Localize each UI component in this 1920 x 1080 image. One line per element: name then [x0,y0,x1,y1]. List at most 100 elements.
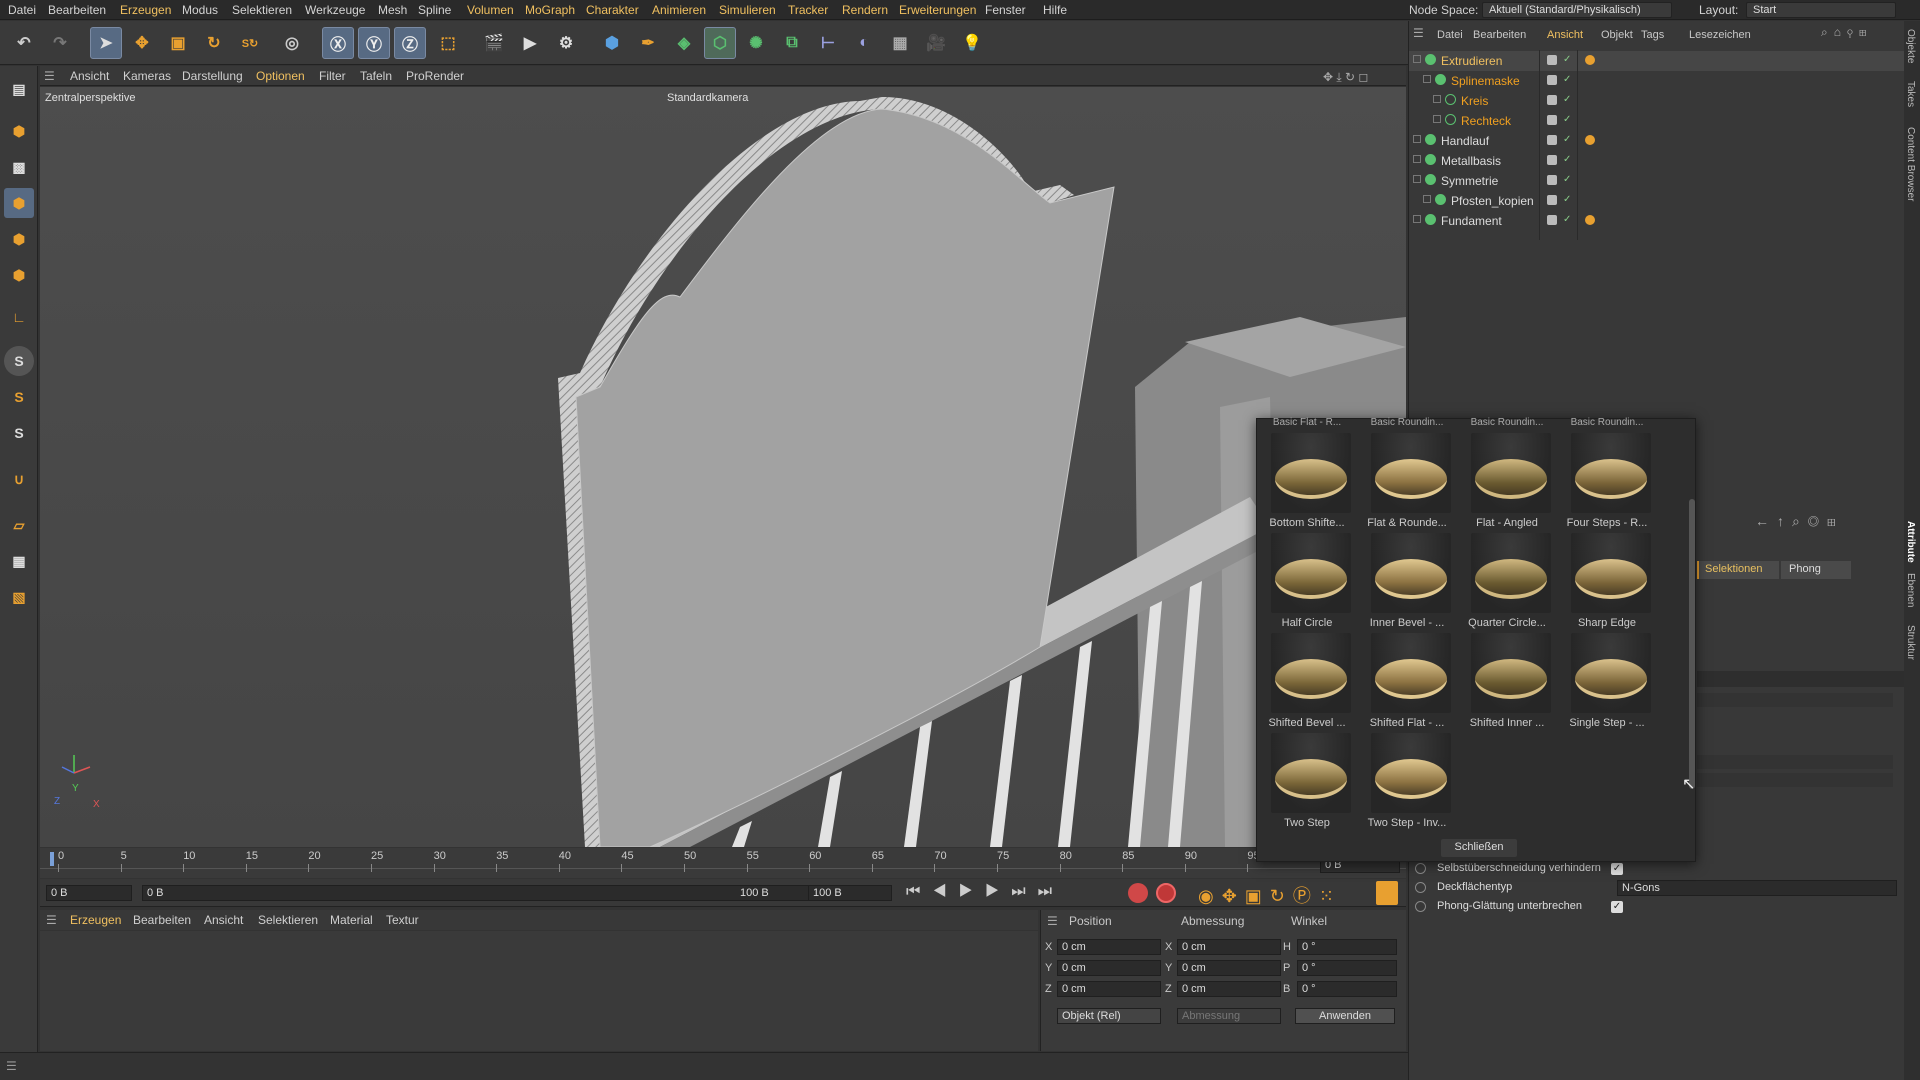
timeline-window-icon[interactable] [1376,881,1398,905]
preset-tile[interactable]: Two Step - Inv... [1357,733,1453,829]
expand-toggle-icon[interactable] [1413,215,1421,223]
visibility-toggle[interactable] [1547,155,1557,165]
preset-thumbnail[interactable] [1271,433,1351,513]
visibility-toggle[interactable] [1547,75,1557,85]
pen-spline-icon[interactable]: ✒ [632,27,664,59]
end-frame-field[interactable]: 100 B [808,885,892,901]
tag-icon[interactable] [1585,55,1595,65]
visibility-toggle[interactable] [1547,95,1557,105]
side-tab-attribute[interactable]: Attribute [1905,521,1916,563]
dimension-field[interactable]: 0 cm [1177,981,1281,997]
preset-thumbnail[interactable] [1371,733,1451,813]
material-menu-selektieren[interactable]: Selektieren [258,913,318,927]
enabled-check-icon[interactable]: ✓ [1563,75,1573,85]
preset-tile[interactable]: Shifted Inner ... [1457,633,1553,729]
record-keys-icon[interactable] [1128,883,1148,903]
render-settings-icon[interactable]: ⚙ [550,27,582,59]
timeline-ruler[interactable]: 0 B 0 5 10 15 20 25 30 35 40 45 50 55 60 65 70 75 80 85 90… [40,848,1406,878]
coordinate-system-icon[interactable]: ⬚ [432,27,464,59]
tag-icon[interactable] [1585,135,1595,145]
preset-tile[interactable]: Quarter Circle... [1457,533,1553,629]
undo-icon[interactable]: ↶ [8,27,40,59]
viewport-menu-optionen[interactable]: Optionen [256,69,305,83]
autokey-icon[interactable] [1156,883,1176,903]
object-name[interactable]: Handlauf [1441,134,1489,148]
attribute-select[interactable]: N-Gons [1617,880,1897,896]
grid-icon[interactable]: ▦ [4,546,34,576]
material-area[interactable] [40,931,1038,1051]
object-manager-menu-icon[interactable]: ☰ [1413,26,1424,40]
dimension-field[interactable]: 0 cm [1177,939,1281,955]
viewport-menu-prorender[interactable]: ProRender [406,69,464,83]
visibility-toggle[interactable] [1547,115,1557,125]
texture-mode-icon[interactable]: ▩ [4,152,34,182]
menu-charakter[interactable]: Charakter [586,3,639,17]
enabled-check-icon[interactable]: ✓ [1563,95,1573,105]
attribute-checkbox[interactable]: ✓ [1611,901,1623,913]
preset-tile[interactable]: Four Steps - R... [1557,433,1653,529]
attr-slider-a[interactable] [1697,755,1893,769]
model-mode-icon[interactable]: ⬢ [4,116,34,146]
object-row[interactable]: Rechteck ✓ [1409,111,1905,131]
material-menu-bearbeiten[interactable]: Bearbeiten [133,913,191,927]
material-menu-ansicht[interactable]: Ansicht [204,913,243,927]
preset-thumbnail[interactable] [1271,533,1351,613]
position-field[interactable]: 0 cm [1057,939,1161,955]
expand-toggle-icon[interactable] [1433,95,1441,103]
make-editable-icon[interactable]: ▤ [4,74,34,104]
side-tab-ebenen[interactable]: Ebenen [1905,573,1916,607]
expand-toggle-icon[interactable] [1413,175,1421,183]
keyframe-dot-icon[interactable] [1415,882,1426,893]
object-manager-search-icons[interactable]: ⌕⌂⚲⊞ [1821,25,1873,40]
side-tab-takes[interactable]: Takes [1905,81,1916,107]
side-tab-objekte[interactable]: Objekte [1905,29,1916,63]
3d-viewport[interactable]: Zentralperspektive Standardkamera Y Z X [40,87,1406,847]
position-field[interactable]: 0 cm [1057,981,1161,997]
object-row[interactable]: Splinemaske ✓ [1409,71,1905,91]
expand-toggle-icon[interactable] [1423,195,1431,203]
object-row[interactable]: Kreis ✓ [1409,91,1905,111]
keyframe-dot-icon[interactable] [1415,863,1426,874]
attribute-checkbox[interactable]: ✓ [1611,863,1623,875]
object-name[interactable]: Symmetrie [1441,174,1498,188]
expand-toggle-icon[interactable] [1413,155,1421,163]
key-filter-icons[interactable]: ◉✥▣↻Ⓟ⁙ [1198,882,1342,908]
preset-thumbnail[interactable] [1271,633,1351,713]
popup-scrollbar[interactable] [1689,499,1695,789]
menu-modus[interactable]: Modus [182,3,218,17]
object-row[interactable]: Handlauf ✓ [1409,131,1905,151]
enabled-check-icon[interactable]: ✓ [1563,135,1573,145]
viewport-menu-filter[interactable]: Filter [319,69,346,83]
preset-tile[interactable]: Sharp Edge [1557,533,1653,629]
enabled-check-icon[interactable]: ✓ [1563,115,1573,125]
menu-datei[interactable]: Datei [8,3,36,17]
extrude-generator-icon[interactable]: ⬡ [704,27,736,59]
object-manager-menu-objekt[interactable]: Objekt [1601,29,1633,41]
floor-icon[interactable]: ▦ [884,27,916,59]
viewport-menu-ansicht[interactable]: Ansicht [70,69,109,83]
object-name[interactable]: Pfosten_kopien [1451,194,1534,208]
preset-tile[interactable]: Flat - Angled [1457,433,1553,529]
deformer-icon[interactable]: ⊢ [812,27,844,59]
x-axis-lock-icon[interactable]: Ⓧ [322,27,354,59]
menu-erweiterungen[interactable]: Erweiterungen [899,3,976,17]
edge-mode-icon[interactable]: ⬢ [4,224,34,254]
field-icon[interactable]: ◐ [848,27,880,59]
object-manager-menu-datei[interactable]: Datei [1437,29,1463,41]
keyframe-dot-icon[interactable] [1415,901,1426,912]
menu-fenster[interactable]: Fenster [985,3,1026,17]
object-manager-menu-bearbeiten[interactable]: Bearbeiten [1473,29,1526,41]
menu-rendern[interactable]: Rendern [842,3,888,17]
preset-thumbnail[interactable] [1471,433,1551,513]
coords-dimension-mode-select[interactable]: Abmessung [1177,1008,1281,1024]
tab-phong[interactable]: Phong [1781,561,1851,579]
layout-select[interactable]: Start [1746,2,1896,18]
camera-icon[interactable]: 🎥 [920,27,952,59]
visibility-toggle[interactable] [1547,175,1557,185]
preset-thumbnail[interactable] [1271,733,1351,813]
menu-bearbeiten[interactable]: Bearbeiten [48,3,106,17]
magnet-icon[interactable]: ∪ [4,464,34,494]
polygon-mode-icon[interactable]: ⬢ [4,260,34,290]
coords-menu-icon[interactable]: ☰ [1047,914,1058,928]
current-frame-slider[interactable]: 0 B [142,885,832,901]
